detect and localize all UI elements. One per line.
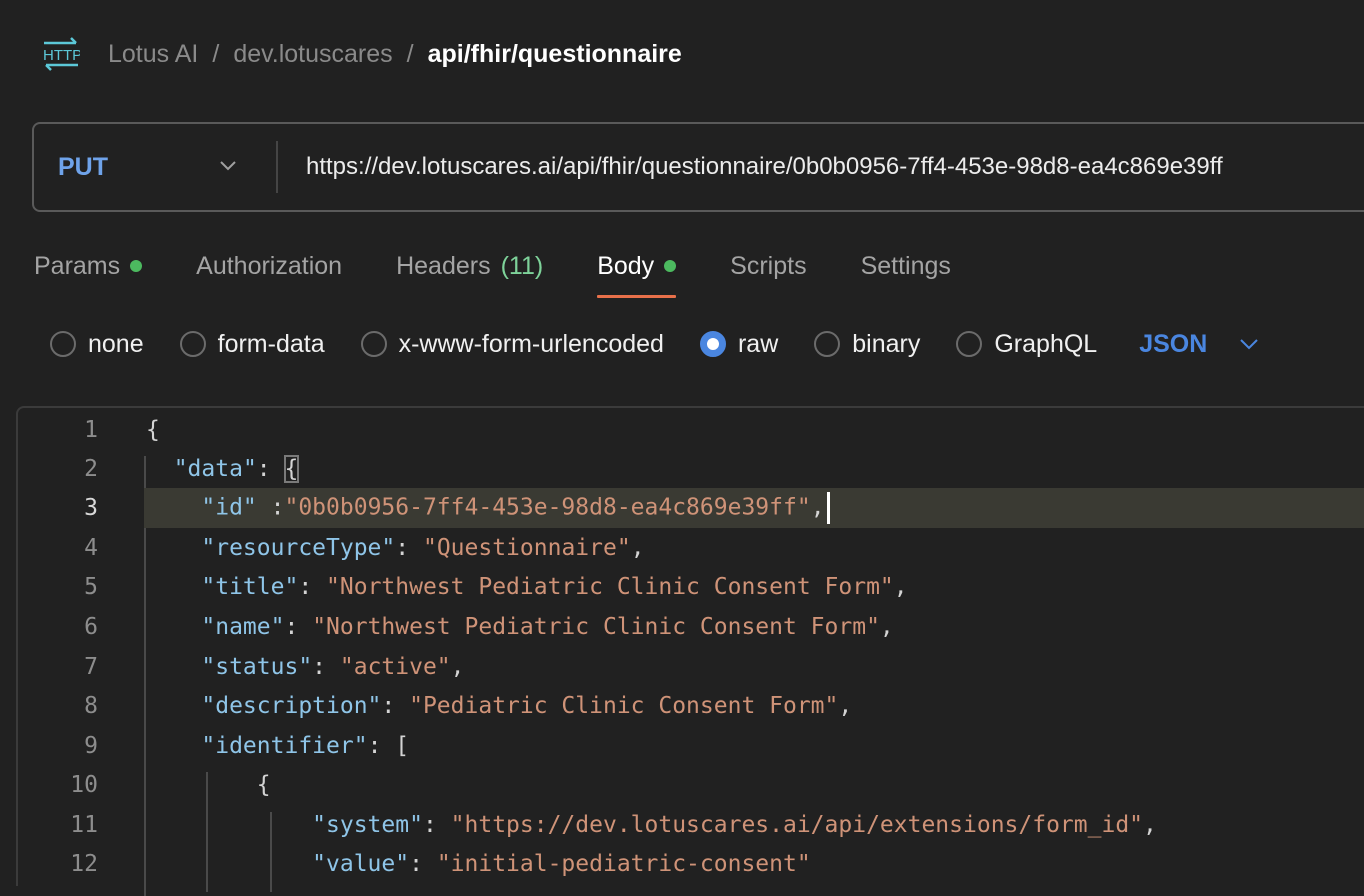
tab-label: Headers — [396, 251, 491, 280]
http-icon: HTTP — [43, 37, 80, 71]
radio-form-data[interactable]: form-data — [179, 329, 325, 359]
tab-label: Authorization — [196, 251, 343, 280]
code-text: "resourceType": "Questionnaire", — [201, 535, 645, 561]
method-select[interactable]: PUT — [34, 124, 276, 210]
tab-headers[interactable]: Headers (11) — [396, 244, 543, 288]
tab-label: Scripts — [730, 251, 807, 280]
line-number: 3 — [84, 495, 98, 521]
tab-scripts[interactable]: Scripts — [730, 244, 806, 288]
method-label: PUT — [58, 152, 108, 181]
line-number: 9 — [84, 733, 98, 759]
tab-params[interactable]: Params — [34, 244, 143, 288]
tab-label: Settings — [860, 251, 951, 280]
text-cursor — [826, 492, 830, 524]
radio-graphql[interactable]: GraphQL — [956, 330, 1097, 359]
tab-authorization[interactable]: Authorization — [196, 244, 342, 288]
radio-button-checked[interactable] — [699, 331, 726, 357]
radio-label: form-data — [217, 329, 325, 358]
code-line: 10 { — [18, 765, 1364, 805]
code-text: "description": "Pediatric Clinic Consent… — [201, 693, 853, 719]
request-url-bar: PUT https://dev.lotuscares.ai/api/fhir/q… — [32, 122, 1364, 212]
code-text: "value": "initial-pediatric-consent" — [312, 851, 811, 877]
chevron-down-icon — [220, 161, 236, 171]
code-text: { — [256, 772, 271, 798]
radio-x-www-form-urlencoded[interactable]: x-www-form-urlencoded — [360, 329, 664, 359]
radio-button[interactable] — [50, 331, 76, 357]
code-text: "identifier": [ — [201, 733, 410, 759]
code-text: { — [146, 417, 160, 443]
line-number: 5 — [84, 574, 98, 600]
status-dot — [664, 260, 677, 272]
radio-binary[interactable]: binary — [814, 330, 920, 359]
radio-raw[interactable]: raw — [699, 329, 779, 359]
language-label: JSON — [1139, 329, 1208, 358]
line-number: 6 — [84, 614, 98, 640]
code-text: "status": "active", — [201, 654, 465, 680]
radio-button[interactable] — [814, 331, 841, 357]
svg-text:HTTP: HTTP — [43, 47, 80, 64]
code-line: 4 "resourceType": "Questionnaire", — [18, 528, 1364, 568]
headers-count: (11) — [500, 251, 544, 280]
code-line: 1 { — [18, 410, 1364, 450]
code-text: "data": { — [173, 455, 300, 483]
code-line: 8 "description": "Pediatric Clinic Conse… — [18, 686, 1364, 726]
tab-label: Body — [597, 251, 655, 280]
tab-label: Params — [34, 251, 121, 280]
code-editor[interactable]: 1 { 2 "data": { 3 "id" :"0b0b0956-7ff4-4… — [16, 406, 1364, 896]
breadcrumb-request[interactable]: api/fhir/questionnaire — [428, 40, 682, 69]
tab-body[interactable]: Body — [597, 244, 677, 298]
breadcrumb-separator: / — [406, 39, 414, 68]
line-number: 12 — [70, 851, 98, 877]
breadcrumb-collection[interactable]: dev.lotuscares — [233, 40, 392, 69]
code-line: 9 "identifier": [ — [18, 726, 1364, 766]
code-text: "id" :"0b0b0956-7ff4-453e-98d8-ea4c869e3… — [146, 492, 830, 524]
line-number: 10 — [70, 772, 98, 798]
radio-button[interactable] — [179, 331, 206, 357]
request-tabs: Params Authorization Headers (11) Body S… — [34, 244, 1005, 300]
radio-label: binary — [852, 329, 921, 358]
radio-label: x-www-form-urlencoded — [398, 329, 664, 358]
code-text: "name": "Northwest Pediatric Clinic Cons… — [201, 614, 894, 640]
line-number: 2 — [84, 456, 98, 482]
line-number: 1 — [84, 417, 98, 443]
breadcrumb: HTTP Lotus AI / dev.lotuscares / api/fhi… — [42, 34, 682, 74]
breadcrumb-separator: / — [212, 39, 220, 68]
code-line: 5 "title": "Northwest Pediatric Clinic C… — [18, 567, 1364, 607]
url-input[interactable]: https://dev.lotuscares.ai/api/fhir/quest… — [278, 124, 1364, 210]
radio-none[interactable]: none — [50, 330, 144, 359]
code-line: 6 "name": "Northwest Pediatric Clinic Co… — [18, 607, 1364, 647]
body-type-options: none form-data x-www-form-urlencoded raw… — [50, 322, 1259, 366]
code-line: 11 "system": "https://dev.lotuscares.ai/… — [18, 805, 1364, 845]
code-line: 7 "status": "active", — [18, 647, 1364, 687]
code-line: 12 "value": "initial-pediatric-consent" — [18, 844, 1364, 884]
status-dot — [130, 260, 143, 272]
code-text: "title": "Northwest Pediatric Clinic Con… — [201, 574, 908, 600]
radio-label: none — [88, 329, 144, 358]
line-number: 7 — [84, 654, 98, 680]
chevron-down-icon — [1240, 339, 1259, 350]
breadcrumb-workspace[interactable]: Lotus AI — [108, 40, 198, 69]
line-number: 8 — [84, 693, 98, 719]
radio-button[interactable] — [956, 331, 983, 357]
code-line-current: 3 "id" :"0b0b0956-7ff4-453e-98d8-ea4c869… — [84, 488, 1364, 528]
radio-label: GraphQL — [994, 329, 1098, 358]
tab-settings[interactable]: Settings — [861, 244, 951, 288]
line-number: 11 — [70, 812, 98, 838]
code-text: "system": "https://dev.lotuscares.ai/api… — [312, 812, 1157, 838]
code-line: 2 "data": { — [18, 449, 1364, 489]
line-number: 4 — [84, 535, 98, 561]
radio-label: raw — [737, 329, 779, 358]
radio-button[interactable] — [360, 331, 387, 357]
language-select[interactable]: JSON — [1139, 330, 1259, 359]
